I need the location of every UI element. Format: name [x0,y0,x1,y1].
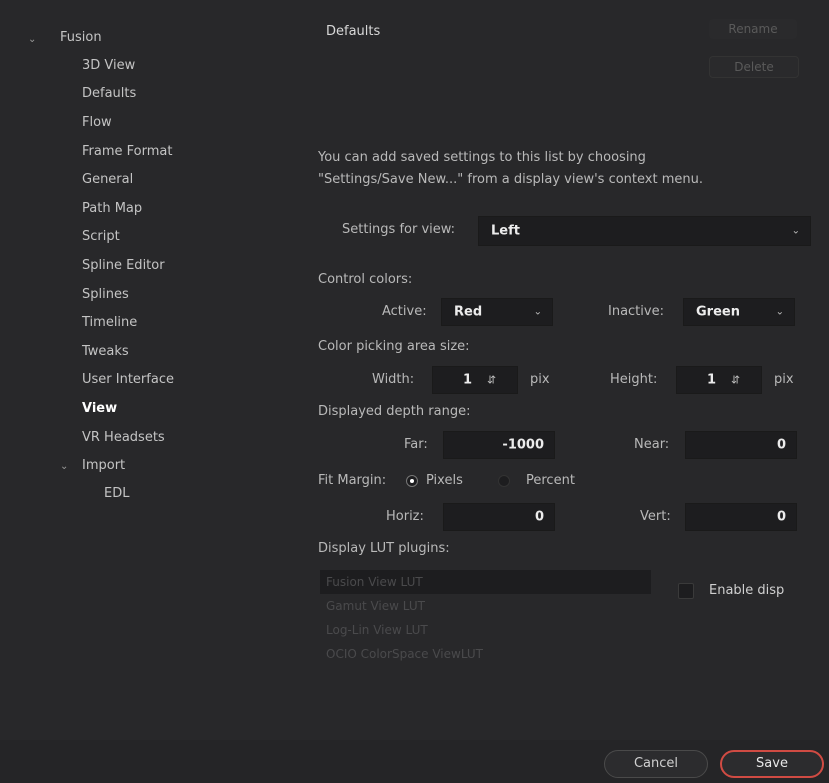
tree-item-edl[interactable]: EDL [104,486,129,501]
tree-item-view[interactable]: View [82,401,117,416]
horiz-label: Horiz: [386,509,424,524]
near-value: 0 [776,437,786,453]
height-stepper[interactable]: 1 ⇵ [676,366,762,394]
chevron-down-icon: ⌄ [775,306,784,318]
chevron-down-icon[interactable]: ⌄ [60,461,68,472]
fit-margin-percent-radio[interactable] [498,475,510,487]
spinner-arrows-icon[interactable]: ⇵ [731,374,740,387]
dialog-footer: Cancel Save [0,740,829,783]
inactive-color-value: Green [696,304,740,320]
near-label: Near: [634,437,670,452]
control-colors-heading: Control colors: [318,272,413,287]
tree-item-defaults[interactable]: Defaults [82,86,136,101]
chevron-down-icon[interactable]: ⌄ [28,34,36,45]
cancel-button[interactable]: Cancel [604,750,708,778]
far-field[interactable]: -1000 [443,431,555,459]
width-label: Width: [372,372,415,387]
chevron-down-icon: ⌄ [533,306,542,318]
save-button[interactable]: Save [720,750,824,778]
tree-item-3d-view[interactable]: 3D View [82,58,135,73]
tree-item-fusion[interactable]: Fusion [60,30,102,45]
depth-range-heading: Displayed depth range: [318,404,471,419]
enable-display-lut-label[interactable]: Enable disp [709,583,784,598]
tree-item-timeline[interactable]: Timeline [82,315,137,330]
width-stepper[interactable]: 1 ⇵ [432,366,518,394]
vert-label: Vert: [640,509,671,524]
settings-for-view-dropdown[interactable]: Left ⌄ [478,216,811,246]
width-value: 1 [463,372,473,388]
lut-list-item[interactable]: Gamut View LUT [320,594,651,618]
tree-item-general[interactable]: General [82,172,133,187]
far-value: -1000 [502,437,544,453]
rename-button[interactable]: Rename [709,19,797,39]
settings-for-view-value: Left [491,223,520,239]
fit-margin-percent-label[interactable]: Percent [526,473,575,488]
spinner-arrows-icon[interactable]: ⇵ [487,374,496,387]
color-picking-heading: Color picking area size: [318,339,470,354]
near-field[interactable]: 0 [685,431,797,459]
active-color-value: Red [454,304,483,320]
delete-button[interactable]: Delete [709,56,799,78]
height-unit-label: pix [774,372,794,387]
inactive-color-dropdown[interactable]: Green ⌄ [683,298,795,326]
height-value: 1 [707,372,717,388]
display-lut-list[interactable]: Fusion View LUT Gamut View LUT Log-Lin V… [320,570,651,666]
width-unit-label: pix [530,372,550,387]
tree-item-splines[interactable]: Splines [82,287,129,302]
view-settings-panel: Defaults Rename Delete You can add saved… [300,0,829,740]
lut-list-item[interactable]: OCIO ColorSpace ViewLUT [320,642,651,666]
tree-item-path-map[interactable]: Path Map [82,201,142,216]
active-color-label: Active: [382,304,427,319]
tree-item-tweaks[interactable]: Tweaks [82,344,129,359]
far-label: Far: [404,437,428,452]
horiz-field[interactable]: 0 [443,503,555,531]
chevron-down-icon: ⌄ [791,225,800,237]
help-text-line-1: You can add saved settings to this list … [318,150,646,165]
height-label: Height: [610,372,658,387]
horiz-value: 0 [534,509,544,525]
tree-item-frame-format[interactable]: Frame Format [82,144,172,159]
tree-item-vr-headsets[interactable]: VR Headsets [82,430,165,445]
vert-value: 0 [776,509,786,525]
active-color-dropdown[interactable]: Red ⌄ [441,298,553,326]
tree-item-user-interface[interactable]: User Interface [82,372,174,387]
saved-settings-list-title: Defaults [326,24,381,39]
display-lut-heading: Display LUT plugins: [318,541,450,556]
tree-item-flow[interactable]: Flow [82,115,112,130]
fit-margin-pixels-radio[interactable] [406,475,418,487]
vert-field[interactable]: 0 [685,503,797,531]
inactive-color-label: Inactive: [608,304,664,319]
tree-item-script[interactable]: Script [82,229,120,244]
settings-for-view-label: Settings for view: [342,222,456,237]
lut-list-item[interactable]: Fusion View LUT [320,570,651,594]
fit-margin-label: Fit Margin: [318,473,387,488]
lut-list-item[interactable]: Log-Lin View LUT [320,618,651,642]
tree-item-import[interactable]: Import [82,458,125,473]
tree-item-spline-editor[interactable]: Spline Editor [82,258,165,273]
enable-display-lut-checkbox[interactable] [678,583,694,599]
help-text-line-2: "Settings/Save New..." from a display vi… [318,172,703,187]
preferences-tree: ⌄ Fusion 3D View Defaults Flow Frame For… [0,0,300,740]
fit-margin-pixels-label[interactable]: Pixels [426,473,463,488]
